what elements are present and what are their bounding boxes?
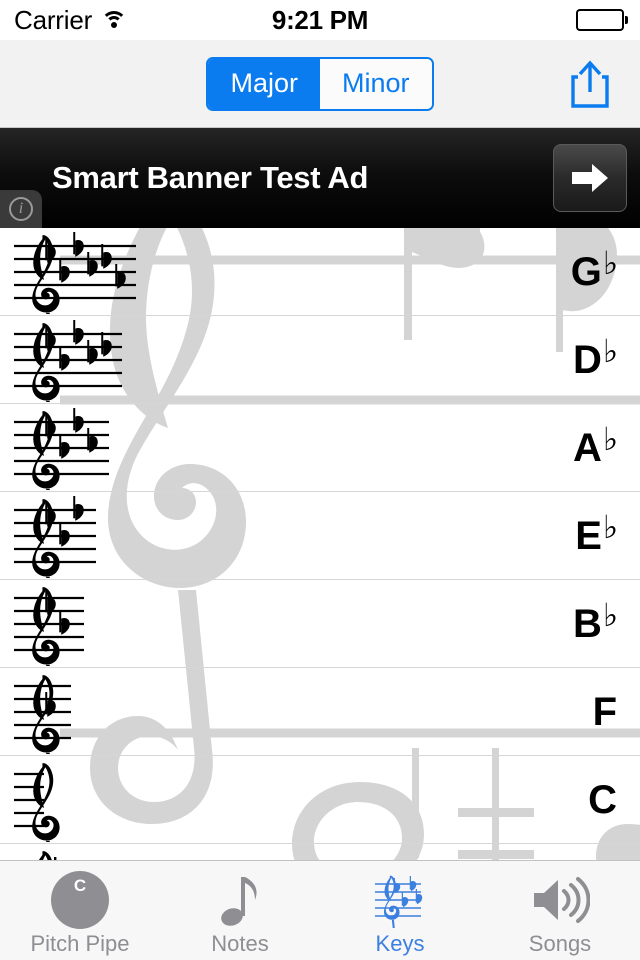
tab-notes[interactable]: Notes [160,861,320,960]
major-minor-segmented-control[interactable]: Major Minor [206,56,434,111]
speaker-icon [530,871,590,929]
staff-notation [14,230,194,359]
info-icon: i [9,197,33,221]
key-label: B ♭ [573,599,618,646]
key-label: E ♭ [575,511,618,558]
key-accidental: ♭ [602,243,618,282]
pitch-pipe-icon-letter: C [73,875,87,895]
tab-label-keys: Keys [375,930,425,956]
key-row[interactable]: A ♭ [0,404,640,535]
key-letter: B [573,601,602,646]
pitch-pipe-icon: C [51,870,109,929]
tab-label-pitch-pipe: Pitch Pipe [30,930,130,956]
key-row[interactable]: E ♭ [0,492,640,623]
tab-keys[interactable]: Keys [320,861,480,960]
share-icon [571,59,609,108]
status-bar-right [576,9,628,31]
clock-label: 9:21 PM [271,4,369,35]
tab-label-notes: Notes [211,930,269,956]
staff-notation [14,670,194,799]
app-root: Carrier 9:21 PM Major Minor Smart Banner… [0,0,640,960]
key-row[interactable]: F [0,668,640,799]
tab-bar: C Pitch Pipe Notes Keys Songs [0,860,640,960]
key-label: A ♭ [573,423,618,470]
key-label: F [593,692,618,732]
staff-notation [14,494,194,623]
battery-cap-icon [625,16,628,24]
key-accidental: ♭ [602,419,618,458]
key-letter: C [588,777,617,822]
ad-title: Smart Banner Test Ad [52,160,369,195]
battery-icon [576,9,624,31]
key-accidental: ♭ [602,507,618,546]
tab-pitch-pipe[interactable]: C Pitch Pipe [0,861,160,960]
key-letter: A [573,425,602,470]
key-letter: F [592,689,617,734]
key-row[interactable]: G [0,844,640,860]
ad-arrow-button[interactable] [553,144,627,212]
staff-notation [14,406,194,535]
arrow-right-icon [572,164,608,192]
key-label: D ♭ [573,335,618,382]
segment-minor[interactable]: Minor [320,58,432,109]
key-letter: D [573,337,602,382]
ad-banner[interactable]: Smart Banner Test Ad i [0,128,640,228]
staff-notation [14,846,194,860]
key-row[interactable]: C [0,756,640,860]
key-letter: G [570,249,602,294]
tab-label-songs: Songs [528,930,592,956]
status-bar: Carrier 9:21 PM [0,0,640,40]
key-row[interactable]: G ♭ [0,228,640,359]
key-letter: E [575,513,602,558]
key-row[interactable]: B ♭ [0,580,640,711]
key-accidental: ♭ [602,331,618,370]
tab-songs[interactable]: Songs [480,861,640,960]
key-label: G ♭ [570,247,618,294]
keys-list: G ♭ D ♭ A ♭ E ♭ B ♭ F C [0,228,640,860]
staff-notation [14,582,194,711]
share-button[interactable] [568,59,612,109]
eighth-note-icon [220,871,260,929]
key-row[interactable]: D ♭ [0,316,640,447]
key-signature-icon [373,871,427,929]
ad-info-button[interactable]: i [0,190,42,228]
staff-notation [14,758,194,860]
key-accidental: ♭ [602,595,618,634]
segment-major[interactable]: Major [208,58,320,109]
staff-notation [14,318,194,447]
toolbar: Major Minor [0,40,640,128]
key-label: C [588,780,618,820]
